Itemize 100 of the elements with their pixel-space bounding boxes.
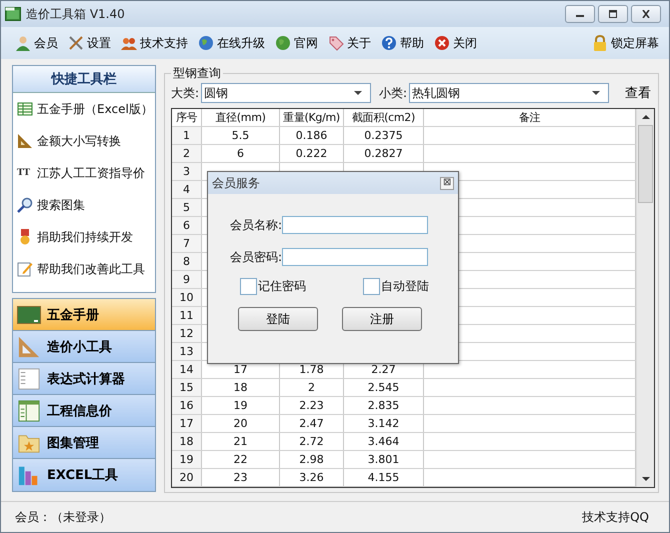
close-icon bbox=[640, 10, 652, 18]
quick-tool-item[interactable]: 金额大小写转换 bbox=[13, 125, 155, 157]
dialog-close-button[interactable]: ⊠ bbox=[440, 176, 454, 190]
item-label: 金额大小写转换 bbox=[37, 132, 121, 150]
toolbar-button[interactable]: 在线升级 bbox=[194, 32, 269, 54]
table-cell: 21 bbox=[202, 433, 280, 450]
subcategory-dropdown[interactable]: 热轧圆钢 bbox=[409, 83, 610, 103]
people-icon bbox=[121, 35, 137, 51]
close-icon bbox=[434, 35, 450, 51]
toolbar-button[interactable]: 帮助 bbox=[377, 32, 428, 54]
lock-screen-button[interactable]: 锁定屏幕 bbox=[588, 32, 663, 54]
row-number: 17 bbox=[172, 415, 202, 432]
dropdown-arrow-icon bbox=[592, 91, 600, 95]
quick-tool-item[interactable]: 帮助我们改善此工具 bbox=[13, 253, 155, 285]
row-number: 19 bbox=[172, 451, 202, 468]
nav-button[interactable]: 造价小工具 bbox=[13, 331, 155, 363]
dialog-button[interactable]: 登陆 bbox=[238, 307, 318, 331]
category-dropdown[interactable]: 圆钢 bbox=[201, 83, 372, 103]
row-number: 16 bbox=[172, 397, 202, 414]
checkbox-label: 自动登陆 bbox=[381, 278, 429, 295]
dialog-button[interactable]: 注册 bbox=[342, 307, 422, 331]
quick-tool-item[interactable]: 五金手册（Excel版） bbox=[13, 93, 155, 125]
table-cell: 23 bbox=[202, 469, 280, 486]
row-number: 4 bbox=[172, 181, 202, 198]
table-cell: 20 bbox=[202, 415, 280, 432]
category-label: 大类: bbox=[171, 84, 200, 102]
toolbar-button[interactable]: 关闭 bbox=[430, 32, 481, 54]
subcategory-label: 小类: bbox=[379, 84, 408, 102]
row-number: 9 bbox=[172, 271, 202, 288]
table-cell: 2.72 bbox=[280, 433, 344, 450]
lock-icon bbox=[592, 35, 608, 51]
row-number: 7 bbox=[172, 235, 202, 252]
password-field[interactable] bbox=[282, 248, 428, 266]
toolbar-button[interactable]: 设置 bbox=[64, 32, 115, 54]
table-cell: 0.2827 bbox=[344, 145, 424, 162]
quick-tool-item[interactable]: TT 江苏人工工资指导价 bbox=[13, 157, 155, 189]
table-cell: 0.2375 bbox=[344, 127, 424, 144]
table-cell: 2.47 bbox=[280, 415, 344, 432]
item-label: 五金手册（Excel版） bbox=[37, 100, 153, 118]
scroll-down-icon[interactable] bbox=[642, 477, 650, 481]
table-cell: 0.186 bbox=[280, 127, 344, 144]
nav-button[interactable]: 工程信息价 bbox=[13, 395, 155, 427]
view-button[interactable]: 查看 bbox=[621, 84, 655, 102]
table-cell: 2.545 bbox=[344, 379, 424, 396]
row-number: 8 bbox=[172, 253, 202, 270]
dialog-title: 会员服务 bbox=[212, 174, 260, 192]
column-header: 重量(Kg/m) bbox=[280, 109, 344, 126]
checkbox-label: 记住密码 bbox=[258, 278, 306, 295]
table-icon bbox=[17, 101, 33, 117]
table-cell: 2 bbox=[280, 379, 344, 396]
item-label: 江苏人工工资指导价 bbox=[37, 164, 145, 182]
scroll-up-icon[interactable] bbox=[642, 115, 650, 119]
table-cell: 22 bbox=[202, 451, 280, 468]
app-icon bbox=[5, 7, 21, 21]
table-cell: 2.98 bbox=[280, 451, 344, 468]
field-label: 会员密码: bbox=[230, 248, 282, 266]
maximize-button[interactable] bbox=[598, 5, 628, 23]
checkbox[interactable] bbox=[240, 278, 257, 295]
window-title: 造价工具箱 V1.40 bbox=[26, 6, 125, 22]
help-icon bbox=[381, 35, 397, 51]
scrollbar-thumb[interactable] bbox=[638, 125, 653, 203]
row-number: 3 bbox=[172, 163, 202, 180]
triangle-ruler-icon bbox=[17, 133, 33, 149]
toolbar-button[interactable]: 技术支持 bbox=[117, 32, 192, 54]
nav-button[interactable]: 图集管理 bbox=[13, 427, 155, 459]
table-cell: 3.801 bbox=[344, 451, 424, 468]
close-button[interactable] bbox=[631, 5, 661, 23]
toolbar-button[interactable]: 会员 bbox=[11, 32, 62, 54]
blackboard-icon bbox=[17, 304, 41, 326]
table-cell: 2.23 bbox=[280, 397, 344, 414]
table-cell: 6 bbox=[202, 145, 280, 162]
nav-button[interactable]: 表达式计算器 bbox=[13, 363, 155, 395]
globe-icon bbox=[275, 35, 291, 51]
row-number: 15 bbox=[172, 379, 202, 396]
item-label: 捐助我们持续开发 bbox=[37, 228, 133, 246]
nav-button[interactable]: 五金手册 bbox=[13, 299, 155, 331]
checkbox[interactable] bbox=[363, 278, 380, 295]
item-label: 帮助我们改善此工具 bbox=[37, 260, 145, 278]
table-icon bbox=[17, 400, 41, 422]
quick-tool-item[interactable]: 搜索图集 bbox=[13, 189, 155, 221]
row-number: 12 bbox=[172, 325, 202, 342]
toolbar-button[interactable]: 关于 bbox=[324, 32, 375, 54]
row-number: 11 bbox=[172, 307, 202, 324]
toolbar-button[interactable]: 官网 bbox=[271, 32, 322, 54]
field-label: 会员名称: bbox=[230, 216, 282, 234]
group-title: 型钢查询 bbox=[172, 65, 222, 82]
row-number: 13 bbox=[172, 343, 202, 360]
row-number: 20 bbox=[172, 469, 202, 486]
notepad-icon bbox=[17, 261, 33, 277]
table-cell: 3.142 bbox=[344, 415, 424, 432]
member-name-field[interactable] bbox=[282, 216, 428, 234]
tools-icon bbox=[68, 35, 84, 51]
nav-button[interactable]: EXCEL工具 bbox=[13, 459, 155, 491]
row-number: 18 bbox=[172, 433, 202, 450]
person-icon bbox=[15, 35, 31, 51]
minimize-button[interactable] bbox=[565, 5, 595, 23]
scrollbar[interactable] bbox=[636, 109, 654, 487]
table-cell: 3.26 bbox=[280, 469, 344, 486]
quick-tool-item[interactable]: 捐助我们持续开发 bbox=[13, 221, 155, 253]
table-cell: 0.222 bbox=[280, 145, 344, 162]
